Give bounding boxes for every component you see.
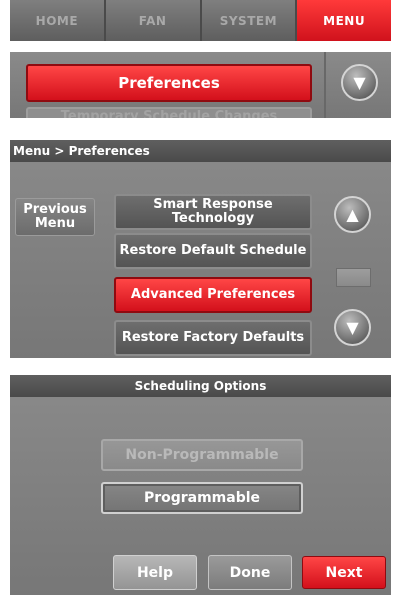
scroll-thumb[interactable] <box>336 268 371 287</box>
non-programmable-option: Non-Programmable <box>101 439 303 471</box>
tab-home[interactable]: HOME <box>10 0 106 41</box>
restore-default-schedule-button[interactable]: Restore Default Schedule <box>114 233 312 269</box>
menu-list-panel: Preferences Temporary Schedule Changes ▼ <box>10 52 391 118</box>
tab-system[interactable]: SYSTEM <box>201 0 298 41</box>
breadcrumb: Menu > Preferences <box>10 140 391 162</box>
restore-factory-defaults-button[interactable]: Restore Factory Defaults <box>114 320 312 356</box>
menu-item-label: Restore Default Schedule <box>119 243 307 258</box>
menu-item-label: Restore Factory Defaults <box>121 330 305 345</box>
scroll-up-button[interactable]: ▲ <box>334 196 371 233</box>
nav-tab-bar: HOME FAN SYSTEM MENU <box>10 0 391 41</box>
help-button[interactable]: Help <box>113 555 197 590</box>
triangle-down-icon: ▼ <box>346 318 359 337</box>
scroll-down-button[interactable]: ▼ <box>341 64 378 101</box>
preferences-panel: Menu > Preferences Previous Menu Smart R… <box>10 140 391 358</box>
programmable-option[interactable]: Programmable <box>101 482 303 514</box>
previous-menu-button[interactable]: Previous Menu <box>15 198 95 236</box>
menu-item-label: Advanced Preferences <box>130 287 296 302</box>
scroll-down-button[interactable]: ▼ <box>334 309 371 346</box>
divider <box>324 52 326 118</box>
preferences-button[interactable]: Preferences <box>26 64 312 102</box>
smart-response-technology-button[interactable]: Smart Response Technology <box>114 194 312 230</box>
scheduling-options-panel: Scheduling Options Non-Programmable Prog… <box>10 375 391 595</box>
advanced-preferences-button[interactable]: Advanced Preferences <box>114 277 312 313</box>
done-button[interactable]: Done <box>208 555 292 590</box>
triangle-up-icon: ▲ <box>346 205 359 224</box>
tab-fan[interactable]: FAN <box>105 0 202 41</box>
temporary-schedule-changes-button[interactable]: Temporary Schedule Changes <box>26 107 312 118</box>
page-title: Scheduling Options <box>10 375 391 397</box>
menu-item-label: Smart Response Technology <box>153 197 273 226</box>
next-button[interactable]: Next <box>302 556 386 589</box>
tab-menu[interactable]: MENU <box>297 0 391 41</box>
triangle-down-icon: ▼ <box>353 73 366 92</box>
